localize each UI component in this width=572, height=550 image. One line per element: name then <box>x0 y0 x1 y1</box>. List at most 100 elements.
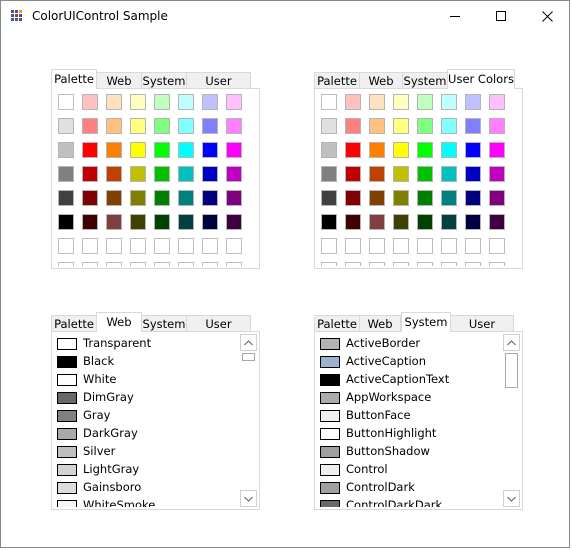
maximize-button[interactable] <box>478 1 524 32</box>
scrollbar[interactable] <box>240 334 257 507</box>
color-swatch[interactable] <box>465 190 481 206</box>
tab-system[interactable]: System <box>141 315 187 332</box>
color-swatch[interactable] <box>417 142 433 158</box>
color-swatch[interactable] <box>393 262 409 266</box>
minimize-button[interactable] <box>432 1 478 32</box>
color-swatch[interactable] <box>202 94 218 110</box>
color-swatch[interactable] <box>465 214 481 230</box>
color-swatch[interactable] <box>417 94 433 110</box>
color-swatch[interactable] <box>202 166 218 182</box>
color-swatch[interactable] <box>82 166 98 182</box>
color-swatch[interactable] <box>106 190 122 206</box>
color-swatch[interactable] <box>345 166 361 182</box>
color-swatch[interactable] <box>369 166 385 182</box>
color-swatch[interactable] <box>345 94 361 110</box>
color-swatch[interactable] <box>106 238 122 254</box>
color-swatch[interactable] <box>345 118 361 134</box>
color-swatch[interactable] <box>393 94 409 110</box>
list-item[interactable]: Silver <box>54 443 239 461</box>
color-swatch[interactable] <box>417 262 433 266</box>
tab-palette[interactable]: Palette <box>314 72 360 89</box>
list-item[interactable]: AppWorkspace <box>317 389 502 407</box>
list-item[interactable]: ButtonShadow <box>317 443 502 461</box>
color-swatch[interactable] <box>393 214 409 230</box>
list-item[interactable]: ActiveBorder <box>317 335 502 353</box>
color-swatch[interactable] <box>321 94 337 110</box>
list-item[interactable]: Black <box>54 353 239 371</box>
scroll-down-button[interactable] <box>503 490 520 507</box>
color-swatch[interactable] <box>226 262 242 266</box>
color-swatch[interactable] <box>106 94 122 110</box>
tab-web[interactable]: Web <box>359 72 403 89</box>
list-item[interactable]: Gray <box>54 407 239 425</box>
color-swatch[interactable] <box>58 166 74 182</box>
color-swatch[interactable] <box>369 142 385 158</box>
color-swatch[interactable] <box>58 214 74 230</box>
color-swatch[interactable] <box>417 214 433 230</box>
color-swatch[interactable] <box>130 262 146 266</box>
tab-user-colors[interactable]: User Colors <box>186 72 251 104</box>
color-swatch[interactable] <box>226 166 242 182</box>
tab-user-colors[interactable]: User Colors <box>450 315 514 347</box>
color-swatch[interactable] <box>417 238 433 254</box>
color-swatch[interactable] <box>178 118 194 134</box>
color-swatch[interactable] <box>154 118 170 134</box>
color-swatch[interactable] <box>489 190 505 206</box>
color-swatch[interactable] <box>82 142 98 158</box>
tab-web[interactable]: Web <box>96 72 142 89</box>
color-swatch[interactable] <box>226 94 242 110</box>
list-item[interactable]: ActiveCaptionText <box>317 371 502 389</box>
color-swatch[interactable] <box>441 118 457 134</box>
scroll-up-button[interactable] <box>240 334 257 351</box>
tab-palette[interactable]: Palette <box>51 69 97 89</box>
color-swatch[interactable] <box>345 142 361 158</box>
color-swatch[interactable] <box>154 166 170 182</box>
color-swatch[interactable] <box>106 214 122 230</box>
color-swatch[interactable] <box>321 142 337 158</box>
color-swatch[interactable] <box>154 238 170 254</box>
color-swatch[interactable] <box>226 238 242 254</box>
color-swatch[interactable] <box>202 262 218 266</box>
web-color-list[interactable]: Transparent Black White DimGray Gray DarkGray… <box>54 335 239 507</box>
color-swatch[interactable] <box>178 214 194 230</box>
color-swatch[interactable] <box>58 262 74 266</box>
tab-palette[interactable]: Palette <box>51 315 97 332</box>
color-swatch[interactable] <box>345 190 361 206</box>
color-swatch[interactable] <box>321 190 337 206</box>
color-swatch[interactable] <box>345 238 361 254</box>
list-item[interactable]: White <box>54 371 239 389</box>
color-swatch[interactable] <box>130 166 146 182</box>
list-item[interactable]: LightGray <box>54 461 239 479</box>
color-swatch[interactable] <box>417 190 433 206</box>
color-swatch[interactable] <box>345 214 361 230</box>
color-swatch[interactable] <box>226 118 242 134</box>
color-swatch[interactable] <box>465 118 481 134</box>
color-swatch[interactable] <box>393 118 409 134</box>
color-swatch[interactable] <box>321 262 337 266</box>
color-swatch[interactable] <box>154 94 170 110</box>
color-swatch[interactable] <box>321 238 337 254</box>
list-item[interactable]: Transparent <box>54 335 239 353</box>
color-swatch[interactable] <box>465 166 481 182</box>
tab-user-colors[interactable]: User Colors <box>447 69 515 89</box>
color-swatch[interactable] <box>154 142 170 158</box>
color-swatch[interactable] <box>393 238 409 254</box>
tab-web[interactable]: Web <box>359 315 401 332</box>
color-swatch[interactable] <box>369 238 385 254</box>
color-swatch[interactable] <box>489 238 505 254</box>
color-swatch[interactable] <box>441 190 457 206</box>
scroll-thumb[interactable] <box>505 353 518 388</box>
close-button[interactable] <box>524 1 570 32</box>
color-swatch[interactable] <box>226 142 242 158</box>
color-swatch[interactable] <box>82 238 98 254</box>
list-item[interactable]: ButtonFace <box>317 407 502 425</box>
color-swatch[interactable] <box>321 214 337 230</box>
color-swatch[interactable] <box>202 118 218 134</box>
color-swatch[interactable] <box>441 214 457 230</box>
color-swatch[interactable] <box>82 214 98 230</box>
list-item[interactable]: ControlDark <box>317 479 502 497</box>
tab-system[interactable]: System <box>141 72 187 89</box>
list-item[interactable]: DimGray <box>54 389 239 407</box>
color-swatch[interactable] <box>130 142 146 158</box>
color-swatch[interactable] <box>465 262 481 266</box>
